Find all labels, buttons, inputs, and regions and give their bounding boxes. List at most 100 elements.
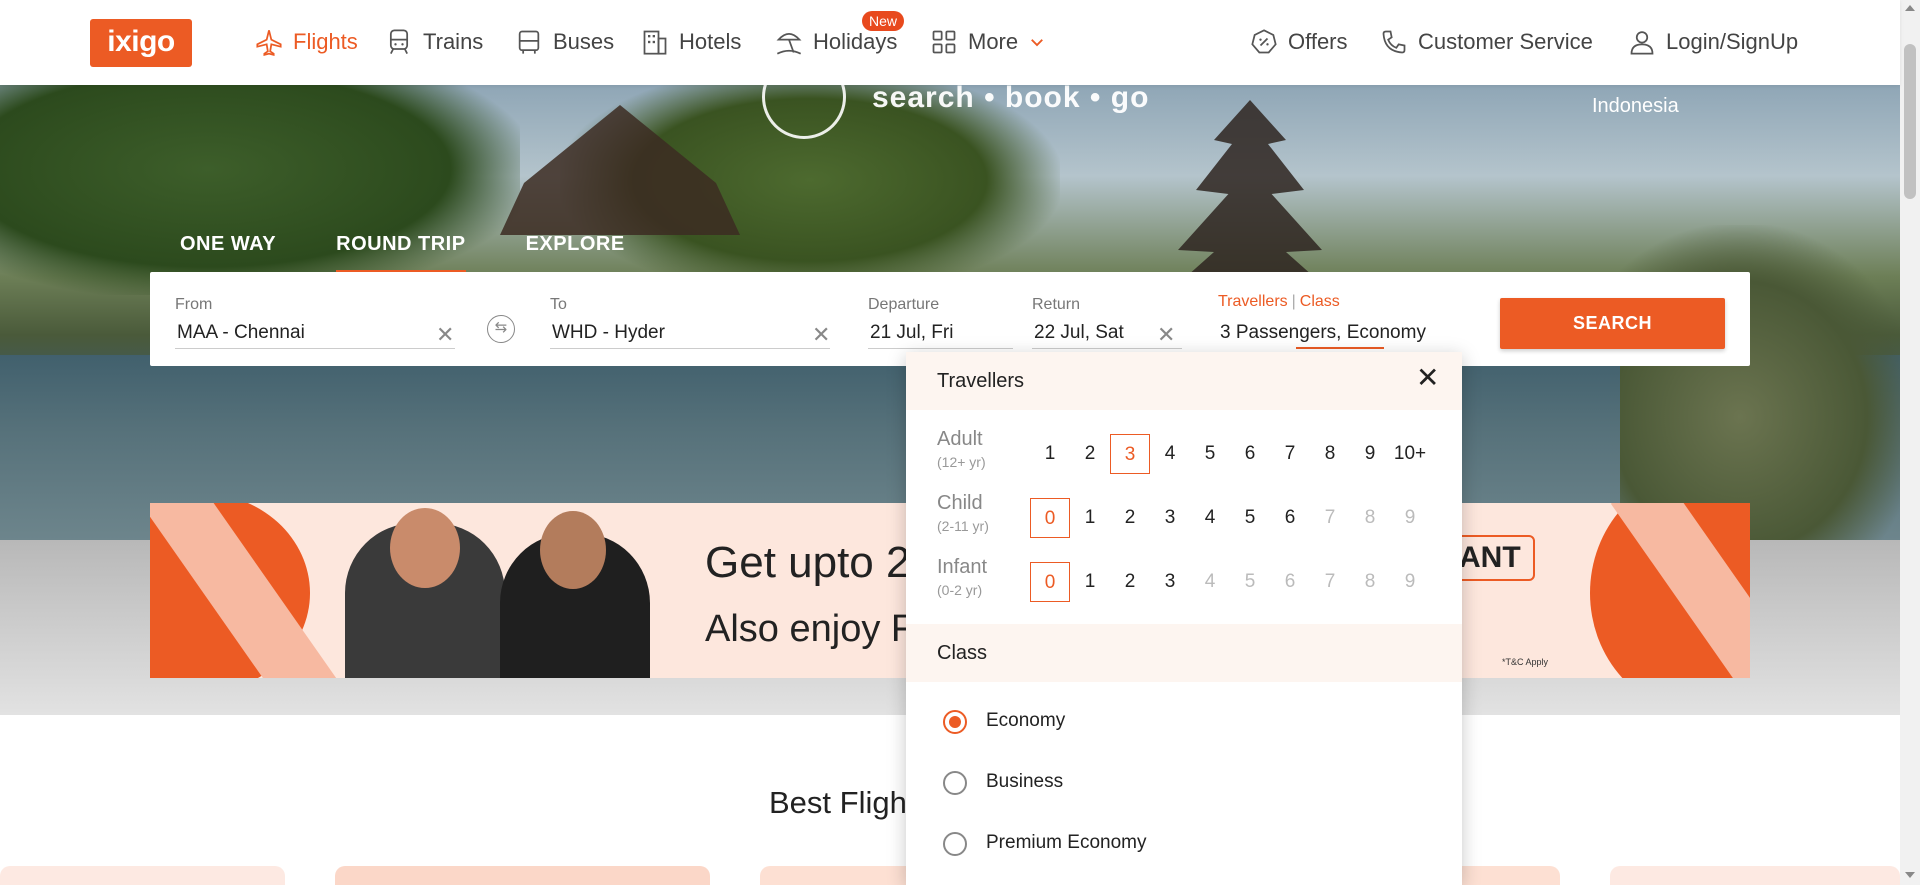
from-label: From bbox=[175, 296, 213, 313]
infant-count-option[interactable]: 0 bbox=[1030, 562, 1070, 602]
adult-count-option[interactable]: 1 bbox=[1030, 434, 1070, 474]
nav-hotels[interactable]: Hotels bbox=[641, 28, 741, 56]
promo-person-2-head bbox=[540, 511, 606, 589]
class-title: Class bbox=[937, 642, 988, 664]
airplane-icon bbox=[256, 30, 282, 56]
nav-buses-label: Buses bbox=[553, 29, 615, 54]
beach-umbrella-icon bbox=[776, 32, 802, 55]
adult-count-option[interactable]: 7 bbox=[1270, 434, 1310, 474]
infant-count-option: 9 bbox=[1404, 571, 1416, 592]
ixigo-logo[interactable]: ixigo bbox=[90, 19, 192, 67]
nav-customer-service[interactable]: Customer Service bbox=[1380, 28, 1593, 56]
departure-underline bbox=[868, 348, 1013, 349]
child-label: Child bbox=[937, 492, 983, 514]
nav-holidays[interactable]: Holidays bbox=[775, 28, 897, 56]
business-label[interactable]: Business bbox=[986, 771, 1063, 793]
phone-icon bbox=[1382, 30, 1406, 54]
infant-count-option[interactable]: 1 bbox=[1070, 562, 1110, 602]
premium-economy-label[interactable]: Premium Economy bbox=[986, 832, 1147, 854]
promo-headline: Get upto 2 bbox=[705, 538, 911, 587]
departure-input[interactable]: 21 Jul, Fri bbox=[870, 322, 953, 344]
child-count-option[interactable]: 0 bbox=[1030, 498, 1070, 538]
nav-offers[interactable]: Offers bbox=[1250, 28, 1348, 56]
hero-tagline: search • book • go bbox=[872, 85, 1150, 114]
nav-more[interactable]: More bbox=[930, 28, 1046, 56]
train-icon bbox=[389, 29, 409, 55]
bus-icon bbox=[518, 30, 540, 54]
economy-radio[interactable] bbox=[943, 710, 967, 734]
deal-card[interactable] bbox=[335, 866, 710, 885]
tab-one-way[interactable]: ONE WAY bbox=[180, 233, 276, 273]
nav-offers-label: Offers bbox=[1288, 29, 1348, 54]
page-scrollbar[interactable] bbox=[1900, 0, 1920, 885]
scroll-up-arrow-icon[interactable] bbox=[1905, 5, 1915, 11]
return-input[interactable]: 22 Jul, Sat bbox=[1034, 322, 1124, 344]
travellers-label: Travellers bbox=[1218, 293, 1288, 310]
adult-count-option[interactable]: 10+ bbox=[1390, 434, 1430, 474]
infant-count-option[interactable]: 3 bbox=[1150, 562, 1190, 602]
nav-customer-service-label: Customer Service bbox=[1418, 29, 1593, 54]
class-section-header bbox=[906, 624, 1462, 682]
nav-flights-label: Flights bbox=[293, 29, 358, 54]
nav-login-signup[interactable]: Login/SignUp bbox=[1628, 28, 1798, 56]
travellers-input[interactable]: 3 Passengers, Economy bbox=[1220, 322, 1426, 344]
tab-explore[interactable]: EXPLORE bbox=[526, 233, 625, 273]
adult-count-option[interactable]: 5 bbox=[1190, 434, 1230, 474]
to-clear-icon[interactable]: ✕ bbox=[812, 322, 830, 348]
travellers-class-label: Travellers | Class bbox=[1218, 293, 1340, 311]
scroll-thumb[interactable] bbox=[1904, 44, 1916, 199]
nav-flights[interactable]: Flights bbox=[255, 28, 358, 56]
return-underline bbox=[1032, 348, 1182, 349]
child-count-option[interactable]: 3 bbox=[1150, 498, 1190, 538]
chevron-down-icon bbox=[1031, 39, 1044, 47]
search-button[interactable]: SEARCH bbox=[1500, 298, 1725, 349]
to-input[interactable]: WHD - Hyder bbox=[552, 322, 665, 344]
promo-subline: Also enjoy F bbox=[705, 608, 915, 650]
deal-card[interactable] bbox=[1610, 866, 1900, 885]
adult-count-option[interactable]: 2 bbox=[1070, 434, 1110, 474]
infant-label: Infant bbox=[937, 556, 988, 578]
adult-count-option[interactable]: 6 bbox=[1230, 434, 1270, 474]
infant-age-range: (0-2 yr) bbox=[937, 582, 983, 598]
best-flights-heading: Best Flight bbox=[769, 785, 916, 820]
nav-hotels-label: Hotels bbox=[679, 29, 742, 54]
infant-count-option: 7 bbox=[1324, 571, 1336, 592]
return-label: Return bbox=[1032, 296, 1081, 313]
child-count-option[interactable]: 4 bbox=[1190, 498, 1230, 538]
child-count-option[interactable]: 6 bbox=[1270, 498, 1310, 538]
swap-icon[interactable]: ⇆ bbox=[487, 315, 515, 343]
close-icon[interactable]: ✕ bbox=[1416, 364, 1439, 392]
child-count-option[interactable]: 1 bbox=[1070, 498, 1110, 538]
adult-count-option[interactable]: 8 bbox=[1310, 434, 1350, 474]
infant-count-option: 8 bbox=[1364, 571, 1376, 592]
economy-label[interactable]: Economy bbox=[986, 710, 1065, 732]
to-label: To bbox=[550, 296, 567, 313]
from-underline bbox=[175, 348, 455, 349]
child-count-option[interactable]: 2 bbox=[1110, 498, 1150, 538]
nav-buses[interactable]: Buses bbox=[515, 28, 614, 56]
departure-label: Departure bbox=[868, 296, 940, 313]
deal-card[interactable] bbox=[0, 866, 285, 885]
trip-type-tabs: ONE WAY ROUND TRIP EXPLORE bbox=[180, 233, 685, 273]
adult-age-range: (12+ yr) bbox=[937, 454, 986, 470]
adult-count-option[interactable]: 4 bbox=[1150, 434, 1190, 474]
offer-tag-icon bbox=[1251, 29, 1277, 54]
nav-trains-label: Trains bbox=[423, 29, 484, 54]
adult-count-option[interactable]: 3 bbox=[1110, 434, 1150, 474]
tab-round-trip[interactable]: ROUND TRIP bbox=[336, 233, 466, 273]
infant-count-option[interactable]: 2 bbox=[1110, 562, 1150, 602]
premium-economy-radio[interactable] bbox=[943, 832, 967, 856]
dropdown-title: Travellers bbox=[937, 370, 1025, 392]
scroll-down-arrow-icon[interactable] bbox=[1905, 872, 1915, 878]
travellers-active-underline bbox=[1296, 347, 1384, 349]
from-clear-icon[interactable]: ✕ bbox=[436, 322, 454, 348]
business-radio[interactable] bbox=[943, 771, 967, 795]
from-input[interactable]: MAA - Chennai bbox=[177, 322, 305, 344]
child-count-option[interactable]: 5 bbox=[1230, 498, 1270, 538]
adult-count-option[interactable]: 9 bbox=[1350, 434, 1390, 474]
infant-count-option: 6 bbox=[1284, 571, 1296, 592]
infant-count-option: 5 bbox=[1244, 571, 1256, 592]
return-clear-icon[interactable]: ✕ bbox=[1157, 322, 1175, 348]
top-header: ixigo Flights Trains Buses Hotels Holida… bbox=[0, 0, 1900, 85]
nav-trains[interactable]: Trains bbox=[385, 28, 483, 56]
